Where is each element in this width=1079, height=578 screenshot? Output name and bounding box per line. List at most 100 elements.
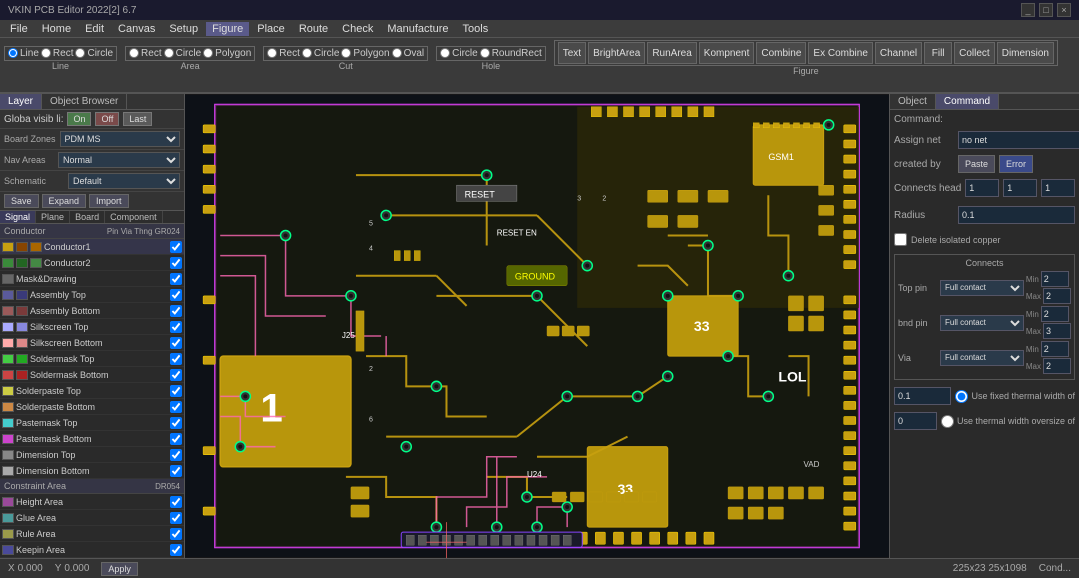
- visibility-off-btn[interactable]: Off: [95, 112, 119, 126]
- nav-normal-select[interactable]: Normal Dim Hide: [58, 152, 180, 168]
- layer-silkscreen-bottom[interactable]: Silkscreen Bottom: [0, 335, 184, 351]
- rect-tool-radio[interactable]: Rect: [41, 48, 74, 59]
- menu-check[interactable]: Check: [336, 22, 379, 36]
- area-circle-radio[interactable]: Circle: [164, 48, 202, 59]
- menu-route[interactable]: Route: [293, 22, 334, 36]
- import-button[interactable]: Import: [89, 194, 129, 208]
- layer-silkscreen-top[interactable]: Silkscreen Top: [0, 319, 184, 335]
- minimize-button[interactable]: _: [1021, 3, 1035, 17]
- thermal-radio1[interactable]: [955, 390, 968, 403]
- thermal-radio2[interactable]: [941, 415, 954, 428]
- menu-setup[interactable]: Setup: [163, 22, 204, 36]
- tab-component[interactable]: Component: [105, 211, 163, 223]
- channel-tool-btn[interactable]: Channel: [875, 42, 922, 64]
- tab-board[interactable]: Board: [70, 211, 105, 223]
- dimension-tool-btn[interactable]: Dimension: [997, 42, 1054, 64]
- layer-dimension-bottom[interactable]: Dimension Bottom: [0, 463, 184, 479]
- area-polygon-radio[interactable]: Polygon: [203, 48, 251, 59]
- cut-polygon-radio[interactable]: Polygon: [341, 48, 389, 59]
- menu-canvas[interactable]: Canvas: [112, 22, 161, 36]
- tab-command[interactable]: Command: [936, 94, 999, 109]
- thermal-radio1-label[interactable]: Use fixed thermal width of: [955, 390, 1075, 403]
- solderpaste-top-checkbox[interactable]: [170, 385, 182, 397]
- layer-soldermask-bottom[interactable]: Soldermask Bottom: [0, 367, 184, 383]
- text-tool-btn[interactable]: Text: [558, 42, 586, 64]
- connects-head-input2[interactable]: [1003, 179, 1037, 197]
- del-isolated-checkbox[interactable]: [894, 233, 907, 246]
- circle-tool-radio[interactable]: Circle: [75, 48, 113, 59]
- runarea-tool-btn[interactable]: RunArea: [647, 42, 696, 64]
- layer-pastemask-bottom[interactable]: Pastemask Bottom: [0, 431, 184, 447]
- paste-btn[interactable]: Paste: [958, 155, 995, 173]
- layer-rule-area[interactable]: Rule Area: [0, 526, 184, 542]
- line-tool-radio[interactable]: Line: [8, 48, 39, 59]
- tab-object[interactable]: Object: [890, 94, 936, 109]
- visibility-last-btn[interactable]: Last: [123, 112, 152, 126]
- area-rect-radio[interactable]: Rect: [129, 48, 162, 59]
- close-button[interactable]: ×: [1057, 3, 1071, 17]
- thermal-oversize-input[interactable]: [894, 412, 937, 430]
- layer-assembly-bottom[interactable]: Assembly Bottom: [0, 303, 184, 319]
- menu-file[interactable]: File: [4, 22, 34, 36]
- via-max-input[interactable]: [1043, 358, 1071, 374]
- canvas-area[interactable]: 33 GSM1 1 33: [185, 94, 889, 558]
- assembly-top-checkbox[interactable]: [170, 289, 182, 301]
- layer-solderpaste-top[interactable]: Solderpaste Top: [0, 383, 184, 399]
- layer-conductor2[interactable]: Conductor2: [0, 255, 184, 271]
- visibility-on-btn[interactable]: On: [67, 112, 91, 126]
- via-select[interactable]: Full contact: [940, 350, 1024, 366]
- bnd-pin-select[interactable]: Full contact: [940, 315, 1024, 331]
- expand-button[interactable]: Expand: [42, 194, 87, 208]
- pastemask-bottom-checkbox[interactable]: [170, 433, 182, 445]
- conductor1-checkbox[interactable]: [170, 241, 182, 253]
- pastemask-top-checkbox[interactable]: [170, 417, 182, 429]
- connects-head-input1[interactable]: [965, 179, 999, 197]
- board-zones-select[interactable]: PDM MS: [60, 131, 180, 147]
- fill-tool-btn[interactable]: Fill: [924, 42, 952, 64]
- combine-tool-btn[interactable]: Combine: [756, 42, 806, 64]
- pcb-canvas[interactable]: 33 GSM1 1 33: [185, 94, 889, 558]
- tab-object-browser[interactable]: Object Browser: [42, 94, 127, 109]
- dimension-bottom-checkbox[interactable]: [170, 465, 182, 477]
- brightarea-tool-btn[interactable]: BrightArea: [588, 42, 645, 64]
- menu-edit[interactable]: Edit: [79, 22, 110, 36]
- silkscreen-top-checkbox[interactable]: [170, 321, 182, 333]
- collect-tool-btn[interactable]: Collect: [954, 42, 995, 64]
- soldermask-top-checkbox[interactable]: [170, 353, 182, 365]
- cut-oval-radio[interactable]: Oval: [392, 48, 425, 59]
- height-area-checkbox[interactable]: [170, 496, 182, 508]
- dimension-top-checkbox[interactable]: [170, 449, 182, 461]
- top-pin-select[interactable]: Full contact: [940, 280, 1024, 296]
- assembly-bottom-checkbox[interactable]: [170, 305, 182, 317]
- layer-solderpaste-bottom[interactable]: Solderpaste Bottom: [0, 399, 184, 415]
- apply-button[interactable]: Apply: [101, 562, 138, 576]
- top-pin-max-input[interactable]: [1043, 288, 1071, 304]
- layer-conductor1[interactable]: Conductor1: [0, 239, 184, 255]
- layer-keepin-area[interactable]: Keepin Area: [0, 542, 184, 558]
- tab-plane[interactable]: Plane: [36, 211, 70, 223]
- menu-place[interactable]: Place: [251, 22, 291, 36]
- top-pin-min-input[interactable]: [1041, 271, 1069, 287]
- hole-roundrect-radio[interactable]: RoundRect: [480, 48, 542, 59]
- schematic-select[interactable]: Default: [68, 173, 180, 189]
- save-button[interactable]: Save: [4, 194, 39, 208]
- menu-figure[interactable]: Figure: [206, 22, 249, 36]
- menu-manufacture[interactable]: Manufacture: [381, 22, 454, 36]
- layer-mask-drawing[interactable]: Mask&Drawing: [0, 271, 184, 287]
- error-btn[interactable]: Error: [999, 155, 1033, 173]
- kompnent-tool-btn[interactable]: Kompnent: [699, 42, 755, 64]
- thermal-width-input[interactable]: [894, 387, 951, 405]
- thermal-radio2-label[interactable]: Use thermal width oversize of: [941, 415, 1075, 428]
- bnd-pin-max-input[interactable]: [1043, 323, 1071, 339]
- soldermask-bottom-checkbox[interactable]: [170, 369, 182, 381]
- cut-circle-radio[interactable]: Circle: [302, 48, 340, 59]
- keepin-area-checkbox[interactable]: [170, 544, 182, 556]
- layer-soldermask-top[interactable]: Soldermask Top: [0, 351, 184, 367]
- conductor2-checkbox[interactable]: [170, 257, 182, 269]
- tab-layer[interactable]: Layer: [0, 94, 42, 109]
- radius-input[interactable]: [958, 206, 1075, 224]
- maximize-button[interactable]: □: [1039, 3, 1053, 17]
- assign-net-input[interactable]: [958, 131, 1079, 149]
- layer-pastemask-top[interactable]: Pastemask Top: [0, 415, 184, 431]
- menu-home[interactable]: Home: [36, 22, 77, 36]
